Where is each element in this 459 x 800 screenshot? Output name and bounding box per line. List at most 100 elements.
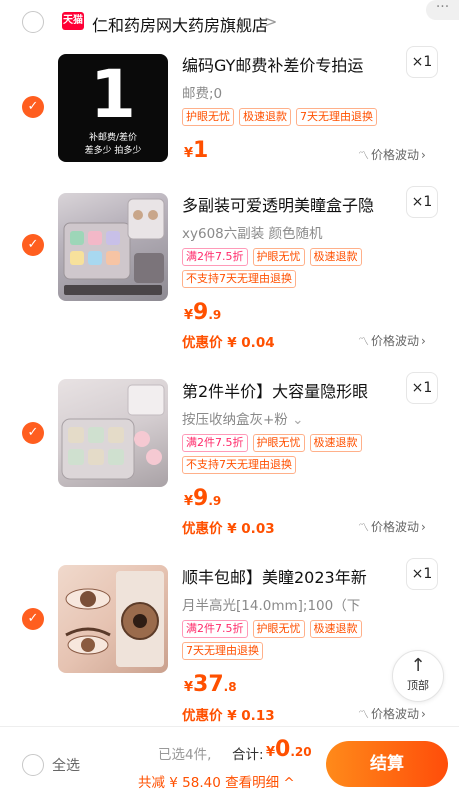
total-label: 合计: xyxy=(232,747,264,763)
quantity-button[interactable]: ×1 xyxy=(406,558,438,590)
currency-symbol: ¥ xyxy=(184,680,194,695)
price-integer: 0 xyxy=(275,737,291,762)
currency-symbol: ¥ xyxy=(184,146,194,161)
cart-item: ✓ 第2件半价】大容量隐形眼 ×1 按压收纳盒灰+粉 ⌄ 满2件7.5折 护眼无… xyxy=(0,372,459,542)
item-checkbox[interactable]: ✓ xyxy=(22,96,44,118)
price-fluctuation-link[interactable]: 〽 价格波动 › xyxy=(358,146,426,163)
cart-item: ✓ 顺丰包邮】美瞳2023年新 ×1 月半高光[14.0mm];100（下 满2… xyxy=(0,558,459,726)
price-decimal: .9 xyxy=(208,494,222,508)
price-integer: 9 xyxy=(193,486,209,511)
item-title[interactable]: 顺丰包邮】美瞳2023年新 xyxy=(182,564,392,588)
currency-symbol: ¥ xyxy=(184,308,194,323)
thumb-big-number: 1 xyxy=(90,56,136,133)
item-checkbox[interactable]: ✓ xyxy=(22,422,44,444)
tag: 满2件7.5折 xyxy=(182,434,248,452)
price-fluctuation-link[interactable]: 〽 价格波动 › xyxy=(358,332,426,349)
price-decimal: .8 xyxy=(223,680,237,694)
trend-icon: 〽 xyxy=(358,148,369,162)
tag: 护眼无忧 xyxy=(182,108,234,126)
item-sku[interactable]: xy608六副装 颜色随机 xyxy=(182,222,323,242)
checkout-bar: 全选 已选4件, 合计: ¥0.20 共减 ¥ 58.40 查看明细 ^ 结算 xyxy=(0,726,459,800)
product-image[interactable]: 1 补邮费/差价 差多少 拍多少 xyxy=(58,54,168,162)
trend-icon: 〽 xyxy=(358,334,369,348)
item-title[interactable]: 编码GY邮费补差价专拍运 xyxy=(182,52,392,76)
chevron-right-icon: › xyxy=(421,333,426,348)
item-price: ¥9.9 xyxy=(184,300,221,325)
chevron-right-icon[interactable]: > xyxy=(264,12,277,31)
trend-icon: 〽 xyxy=(358,520,369,534)
promo-price: 优惠价 ¥ 0.04 xyxy=(182,335,275,351)
price-fluctuation-link[interactable]: 〽 价格波动 › xyxy=(358,705,426,722)
tag: 满2件7.5折 xyxy=(182,620,248,638)
promo-price: 优惠价 ¥ 0.03 xyxy=(182,521,275,537)
store-header: 天猫 仁和药房网大药房旗舰店 > ··· xyxy=(0,0,459,46)
chevron-down-icon: ⌄ xyxy=(292,412,304,428)
item-sku-text: 按压收纳盒灰+粉 xyxy=(182,412,288,428)
tag: 极速退款 xyxy=(309,434,362,452)
select-all-checkbox[interactable] xyxy=(22,754,44,776)
item-tags: 满2件7.5折 护眼无忧 极速退款 不支持7天无理由退换 xyxy=(182,248,407,288)
quantity-button[interactable]: ×1 xyxy=(406,46,438,78)
tag: 极速退款 xyxy=(239,108,291,126)
item-title[interactable]: 多副装可爱透明美瞳盒子隐 xyxy=(182,192,392,216)
item-title[interactable]: 第2件半价】大容量隐形眼 xyxy=(182,378,392,402)
price-decimal: .20 xyxy=(290,745,312,759)
tag: 护眼无忧 xyxy=(252,434,305,452)
tag: 护眼无忧 xyxy=(252,248,305,266)
price-integer: 1 xyxy=(193,138,209,163)
product-image[interactable] xyxy=(58,379,168,487)
item-price: ¥37.8 xyxy=(184,672,237,697)
selected-count: 已选4件, xyxy=(158,747,212,763)
currency-symbol: ¥ xyxy=(184,494,194,509)
price-fluctuation-label: 价格波动 xyxy=(371,334,420,348)
item-sku[interactable]: 月半高光[14.0mm];100（下 xyxy=(182,594,360,614)
chevron-right-icon: › xyxy=(421,706,426,721)
select-all-label[interactable]: 全选 xyxy=(52,755,80,775)
price-fluctuation-link[interactable]: 〽 价格波动 › xyxy=(358,518,426,535)
item-price: ¥9.9 xyxy=(184,486,221,511)
trend-icon: 〽 xyxy=(358,707,369,721)
back-to-top-button[interactable]: ↑ 顶部 xyxy=(392,650,444,702)
arrow-up-icon: ↑ xyxy=(410,655,426,676)
lens-case-illustration xyxy=(63,198,165,295)
tmall-badge: 天猫 xyxy=(62,12,84,30)
item-price: ¥1 xyxy=(184,138,208,163)
item-tags: 护眼无忧 极速退款 7天无理由退换 xyxy=(182,108,407,126)
tag: 不支持7天无理由退换 xyxy=(182,270,296,288)
tag: 满2件7.5折 xyxy=(182,248,248,266)
item-tags: 满2件7.5折 护眼无忧 极速退款 7天无理由退换 xyxy=(182,620,407,660)
tag: 不支持7天无理由退换 xyxy=(182,456,296,474)
price-integer: 37 xyxy=(193,672,224,697)
tag: 极速退款 xyxy=(309,620,362,638)
chevron-right-icon: › xyxy=(421,147,426,162)
more-icon[interactable]: ··· xyxy=(426,0,459,20)
item-tags: 满2件7.5折 护眼无忧 极速退款 不支持7天无理由退换 xyxy=(182,434,407,474)
tag: 护眼无忧 xyxy=(252,620,305,638)
discount-details-link[interactable]: 共减 ¥ 58.40 查看明细 ^ xyxy=(138,771,295,791)
checkout-button[interactable]: 结算 xyxy=(326,741,448,787)
chevron-right-icon: › xyxy=(421,519,426,534)
quantity-button[interactable]: ×1 xyxy=(406,372,438,404)
eye-lens-illustration xyxy=(65,571,164,667)
price-fluctuation-label: 价格波动 xyxy=(371,707,420,721)
item-checkbox[interactable]: ✓ xyxy=(22,234,44,256)
item-checkbox[interactable]: ✓ xyxy=(22,608,44,630)
quantity-button[interactable]: ×1 xyxy=(406,186,438,218)
product-image[interactable] xyxy=(58,565,168,673)
product-image[interactable] xyxy=(58,193,168,301)
promo-price: 优惠价 ¥ 0.13 xyxy=(182,708,275,724)
price-fluctuation-label: 价格波动 xyxy=(371,520,420,534)
store-name[interactable]: 仁和药房网大药房旗舰店 xyxy=(92,12,268,36)
tag: 7天无理由退换 xyxy=(182,642,263,660)
tag: 极速退款 xyxy=(309,248,362,266)
item-sku[interactable]: 邮费;0 xyxy=(182,82,222,102)
currency-symbol: ¥ xyxy=(266,745,276,760)
price-fluctuation-label: 价格波动 xyxy=(371,148,420,162)
cart-item: ✓ 1 补邮费/差价 差多少 拍多少 编码GY邮费补差价专拍运 ×1 邮费;0 … xyxy=(0,46,459,176)
item-sku[interactable]: 按压收纳盒灰+粉 ⌄ xyxy=(182,408,303,428)
price-integer: 9 xyxy=(193,300,209,325)
lens-case-illustration xyxy=(61,384,165,480)
thumb-caption-2: 差多少 拍多少 xyxy=(84,146,142,156)
store-select-checkbox[interactable] xyxy=(22,11,44,33)
cart-item: ✓ 多副装可爱透明美瞳盒子隐 ×1 xy608六副装 颜色随机 满2件7.5折 … xyxy=(0,186,459,356)
